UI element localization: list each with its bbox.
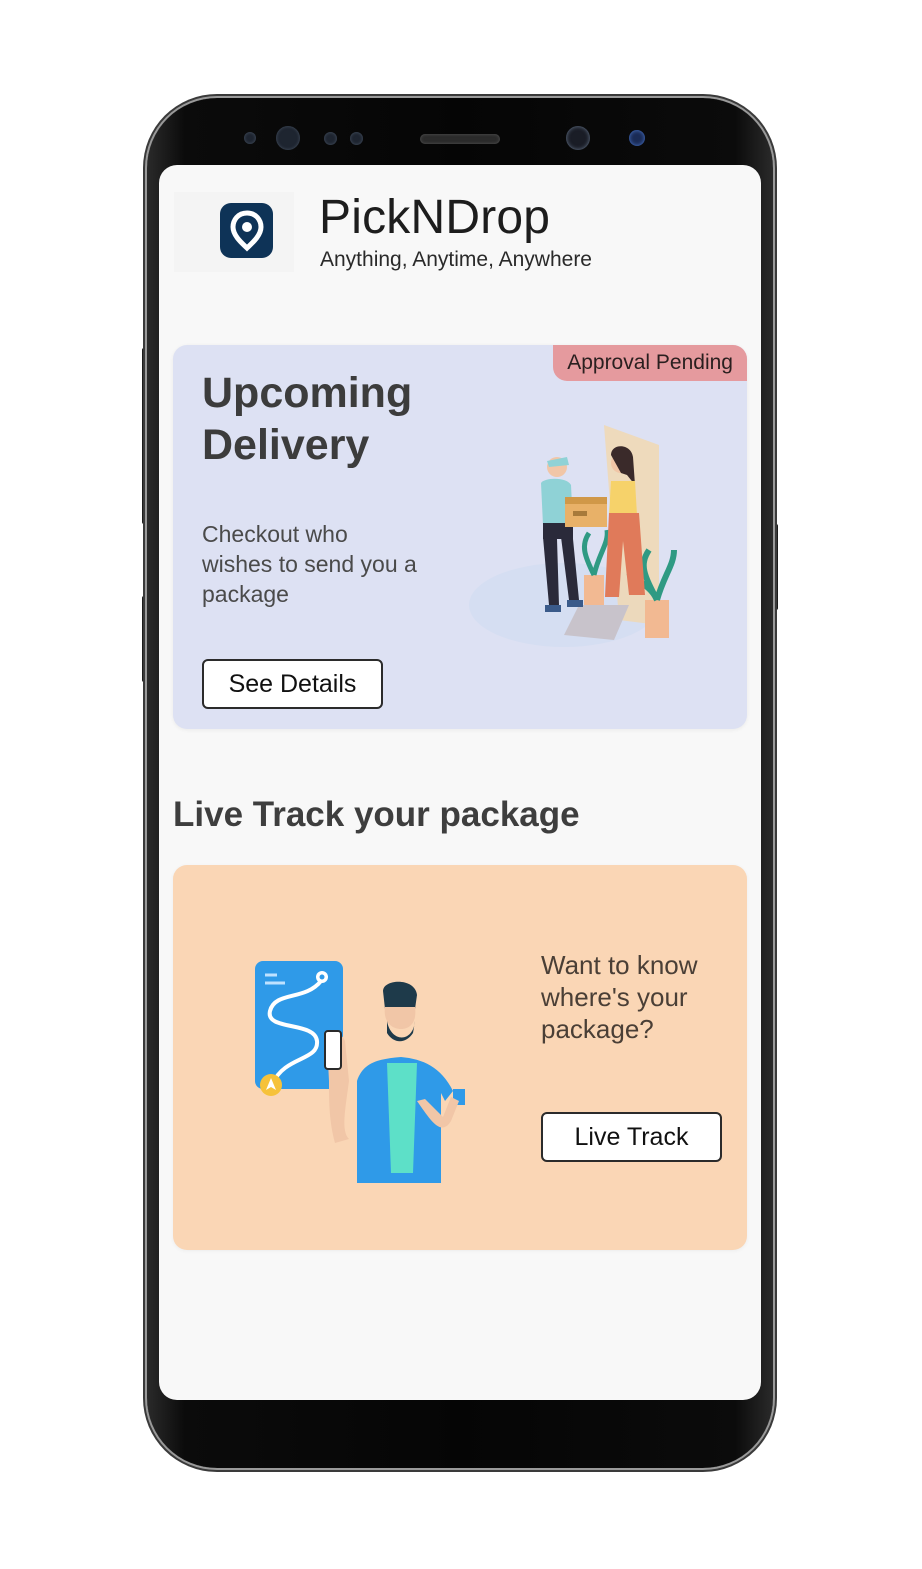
- card-description: Checkout who wishes to send you a packag…: [202, 521, 417, 607]
- power-button: [773, 524, 778, 610]
- live-track-card: Want to know where's your package? Live …: [173, 865, 747, 1250]
- section-title: Live Track your package: [173, 795, 580, 834]
- front-camera-icon: [566, 126, 590, 150]
- see-details-button[interactable]: See Details: [202, 659, 383, 709]
- upcoming-delivery-card: Approval Pending Upcoming Delivery Check…: [173, 345, 747, 729]
- speaker-grille: [420, 134, 500, 144]
- camera-icon: [276, 126, 300, 150]
- delivery-handoff-illustration: [469, 425, 677, 647]
- iris-scanner-icon: [629, 130, 645, 146]
- man-with-phone-map-illustration: [255, 961, 465, 1183]
- app-tagline: Anything, Anytime, Anywhere: [320, 248, 592, 271]
- sensor-icon: [350, 132, 363, 145]
- track-description: Want to know where's your package?: [541, 950, 698, 1044]
- phone-bottom-bezel: [159, 1400, 761, 1458]
- card-heading: Upcoming Delivery: [202, 369, 413, 469]
- app-title: PickNDrop: [319, 191, 551, 244]
- sensor-icon: [244, 132, 256, 144]
- location-pin-icon[interactable]: [220, 203, 273, 258]
- sensor-icon: [324, 132, 337, 145]
- status-badge: Approval Pending: [553, 345, 747, 381]
- live-track-button[interactable]: Live Track: [541, 1112, 722, 1162]
- app-screen: PickNDrop Anything, Anytime, Anywhere Ap…: [159, 165, 761, 1400]
